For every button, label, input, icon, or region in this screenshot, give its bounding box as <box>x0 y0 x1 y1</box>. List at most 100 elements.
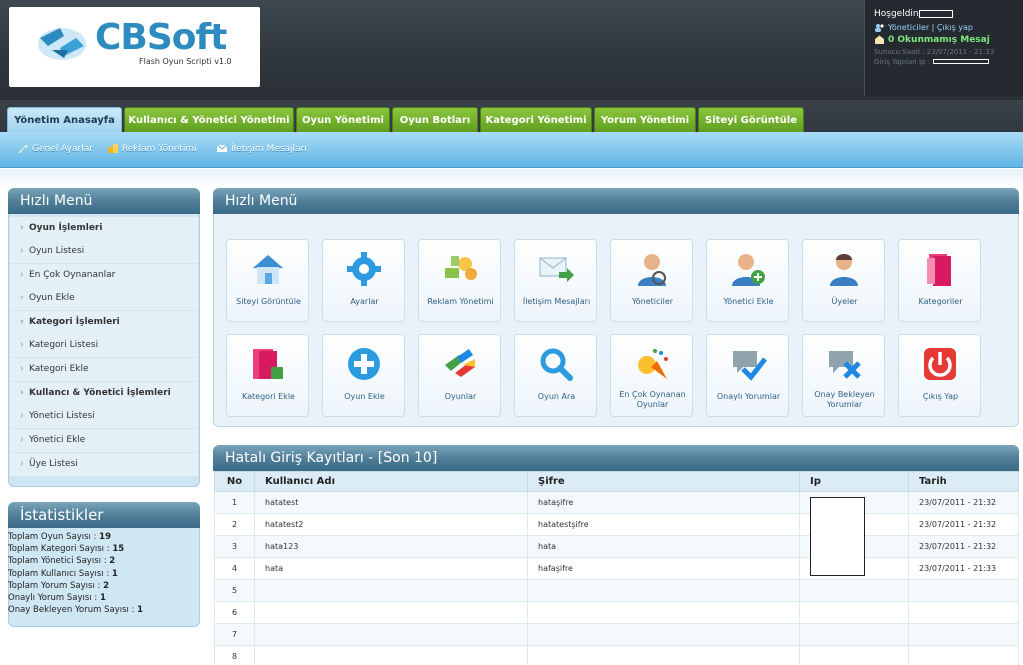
cell-no: 2 <box>214 513 255 536</box>
col-tarih: Tarih <box>908 471 1019 492</box>
quick-tile-yonetici-ekle[interactable]: Yönetici Ekle <box>706 239 789 322</box>
header-gap <box>0 169 1023 189</box>
cell-username <box>254 623 528 646</box>
cell-no: 8 <box>214 645 255 665</box>
tile-label: En Çok Oynanan Oyunlar <box>619 390 686 409</box>
quick-tile-iletisim-mesajlari[interactable]: İletişim Mesajları <box>514 239 597 322</box>
cell-date <box>908 623 1019 646</box>
subnav-iletisim-mesajlari[interactable]: İletişim Mesajları <box>216 143 307 154</box>
sidebar-item-en-cok-oynananlar[interactable]: En Çok Oynananlar <box>10 264 198 287</box>
money-icon <box>445 256 477 280</box>
cell-date: 23/07/2011 - 21:32 <box>908 513 1019 536</box>
quick-tile-yoneticiler[interactable]: Yöneticiler <box>610 239 693 322</box>
tile-label: Kategori Ekle <box>242 392 295 401</box>
tile-label: Yöneticiler <box>631 297 674 306</box>
sidebar-item-kategori-islemleri[interactable]: Kategori İşlemleri <box>10 311 198 334</box>
quick-tile-onay-bekleyen-yorumlar[interactable]: Onay Bekleyen Yorumlar <box>802 334 885 417</box>
add-admin-icon <box>732 254 765 286</box>
tile-label: Kategoriler <box>918 297 963 306</box>
stat-label: Onaylı Yorum Sayısı : <box>8 592 100 603</box>
cell-username: hata123 <box>254 535 528 558</box>
tab-yorum-yonetimi[interactable]: Yorum Yönetimi <box>594 107 696 132</box>
tab-kategori-yonetimi[interactable]: Kategori Yönetimi <box>480 107 592 132</box>
subnav-genel-ayarlar[interactable]: Genel Ayarlar <box>17 143 93 154</box>
stat-label: Toplam Yorum Sayısı : <box>8 580 104 591</box>
sidebar-item-kategori-ekle[interactable]: Kategori Ekle <box>10 358 198 381</box>
unread-messages[interactable]: 0 Okunmamış Mesaj <box>888 35 990 45</box>
table-row: 6 <box>214 601 1019 624</box>
table-row: 5 <box>214 579 1019 602</box>
quick-tile-ayarlar[interactable]: Ayarlar <box>322 239 405 322</box>
table-header-row: No Kullanıcı Adı Şifre Ip Tarih <box>214 471 1019 492</box>
col-ip: Ip <box>799 471 909 492</box>
sidebar-item-yonetici-ekle[interactable]: Yönetici Ekle <box>10 429 198 452</box>
col-kullanici-adi: Kullanıcı Adı <box>254 471 528 492</box>
cell-password <box>527 579 800 602</box>
main-tabs: Yönetim Anasayfa Kullanıcı & Yönetici Yö… <box>0 100 1023 132</box>
quick-tile-kategoriler[interactable]: Kategoriler <box>898 239 981 322</box>
sidebar-item-oyun-listesi[interactable]: Oyun Listesi <box>10 240 198 263</box>
stat-label: Toplam Yönetici Sayısı : <box>8 556 110 567</box>
cell-ip <box>799 623 909 646</box>
tab-kullanici-yonetici[interactable]: Kullanıcı & Yönetici Yönetimi <box>124 107 294 132</box>
pending-comment-icon <box>829 351 861 379</box>
ip-redaction-box <box>810 497 865 576</box>
cell-date: 23/07/2011 - 21:33 <box>908 557 1019 580</box>
cell-username <box>254 645 528 665</box>
tile-label: Çıkış Yap <box>922 392 959 401</box>
quick-tile-reklam-yonetimi[interactable]: Reklam Yönetimi <box>418 239 501 322</box>
quick-tile-oyunlar[interactable]: Oyunlar <box>418 334 501 417</box>
mail-icon <box>216 144 228 152</box>
table-row: 2 hatatest2 hatatestşifre 23/07/2011 - 21:3… <box>214 513 1019 536</box>
tile-label: Onay Bekleyen Yorumlar <box>814 390 875 409</box>
admin-user-icon <box>638 254 666 286</box>
sidebar-item-kullanici-yonetici-islemleri[interactable]: Kullancı & Yönetici İşlemleri <box>10 382 198 405</box>
sidebar-item-kategori-listesi[interactable]: Kategori Listesi <box>10 334 198 357</box>
table-row: 8 <box>214 645 1019 665</box>
login-log-title: Hatalı Giriş Kayıtları - [Son 10] <box>213 445 1019 471</box>
logo[interactable]: CBSoft Flash Oyun Scripti v1.0 <box>9 7 260 87</box>
sub-navigation: Genel Ayarlar Reklam Yönetimi İletişim M… <box>0 132 1023 168</box>
quick-tile-kategori-ekle[interactable]: Kategori Ekle <box>226 334 309 417</box>
stat-row: Toplam Kullanıcı Sayısı : 1 <box>8 568 198 580</box>
subnav-reklam-yonetimi[interactable]: Reklam Yönetimi <box>107 143 197 154</box>
admin-links[interactable]: Yöneticiler | Çıkış yap <box>888 23 973 32</box>
users-icon <box>875 24 884 32</box>
quick-tile-uyeler[interactable]: Üyeler <box>802 239 885 322</box>
stat-row: Toplam Kategori Sayısı : 15 <box>8 543 198 555</box>
stat-label: Toplam Kategori Sayısı : <box>8 544 113 555</box>
cell-no: 3 <box>214 535 255 558</box>
cell-date: 23/07/2011 - 21:32 <box>908 535 1019 558</box>
tile-label: İletişim Mesajları <box>522 297 591 306</box>
stat-value: 2 <box>103 580 109 591</box>
party-icon <box>638 349 668 379</box>
quick-tile-en-cok-oynanan[interactable]: En Çok Oynanan Oyunlar <box>610 334 693 417</box>
sidebar-item-oyun-islemleri[interactable]: Oyun İşlemleri <box>10 217 198 240</box>
greeting: Hoşgeldin <box>874 9 919 19</box>
quick-tile-oyun-ekle[interactable]: Oyun Ekle <box>322 334 405 417</box>
quick-menu-panel: Siteyi Görüntüle Ayarlar Reklam Yönetimi… <box>213 214 1019 427</box>
quick-tile-oyun-ara[interactable]: Oyun Ara <box>514 334 597 417</box>
sidebar-title: Hızlı Menü <box>8 188 200 214</box>
tab-oyun-yonetimi[interactable]: Oyun Yönetimi <box>296 107 390 132</box>
stat-value: 1 <box>111 568 118 579</box>
stat-label: Onay Bekleyen Yorum Sayısı : <box>8 605 138 616</box>
cell-no: 1 <box>214 491 255 514</box>
ad-icon <box>108 144 118 153</box>
sidebar-item-oyun-ekle[interactable]: Oyun Ekle <box>10 287 198 310</box>
sidebar-item-yonetici-listesi[interactable]: Yönetici Listesi <box>10 405 198 428</box>
quick-tile-cikis-yap[interactable]: Çıkış Yap <box>898 334 981 417</box>
col-no: No <box>214 471 255 492</box>
stat-row: Toplam Oyun Sayısı : 19 <box>8 531 198 543</box>
logo-text: CBSoft <box>95 17 227 58</box>
cell-password: hataşifre <box>527 491 800 514</box>
sidebar-item-uye-listesi[interactable]: Üye Listesi <box>10 453 198 476</box>
quick-tile-onayli-yorumlar[interactable]: Onaylı Yorumlar <box>706 334 789 417</box>
tab-yonetim-anasayfa[interactable]: Yönetim Anasayfa <box>7 107 122 132</box>
tab-siteyi-goruntule[interactable]: Siteyi Görüntüle <box>698 107 804 132</box>
cell-no: 7 <box>214 623 255 646</box>
tab-oyun-botlari[interactable]: Oyun Botları <box>392 107 478 132</box>
quick-tile-siteyi-goruntule[interactable]: Siteyi Görüntüle <box>226 239 309 322</box>
stat-value: 1 <box>99 592 106 603</box>
cell-no: 4 <box>214 557 255 580</box>
